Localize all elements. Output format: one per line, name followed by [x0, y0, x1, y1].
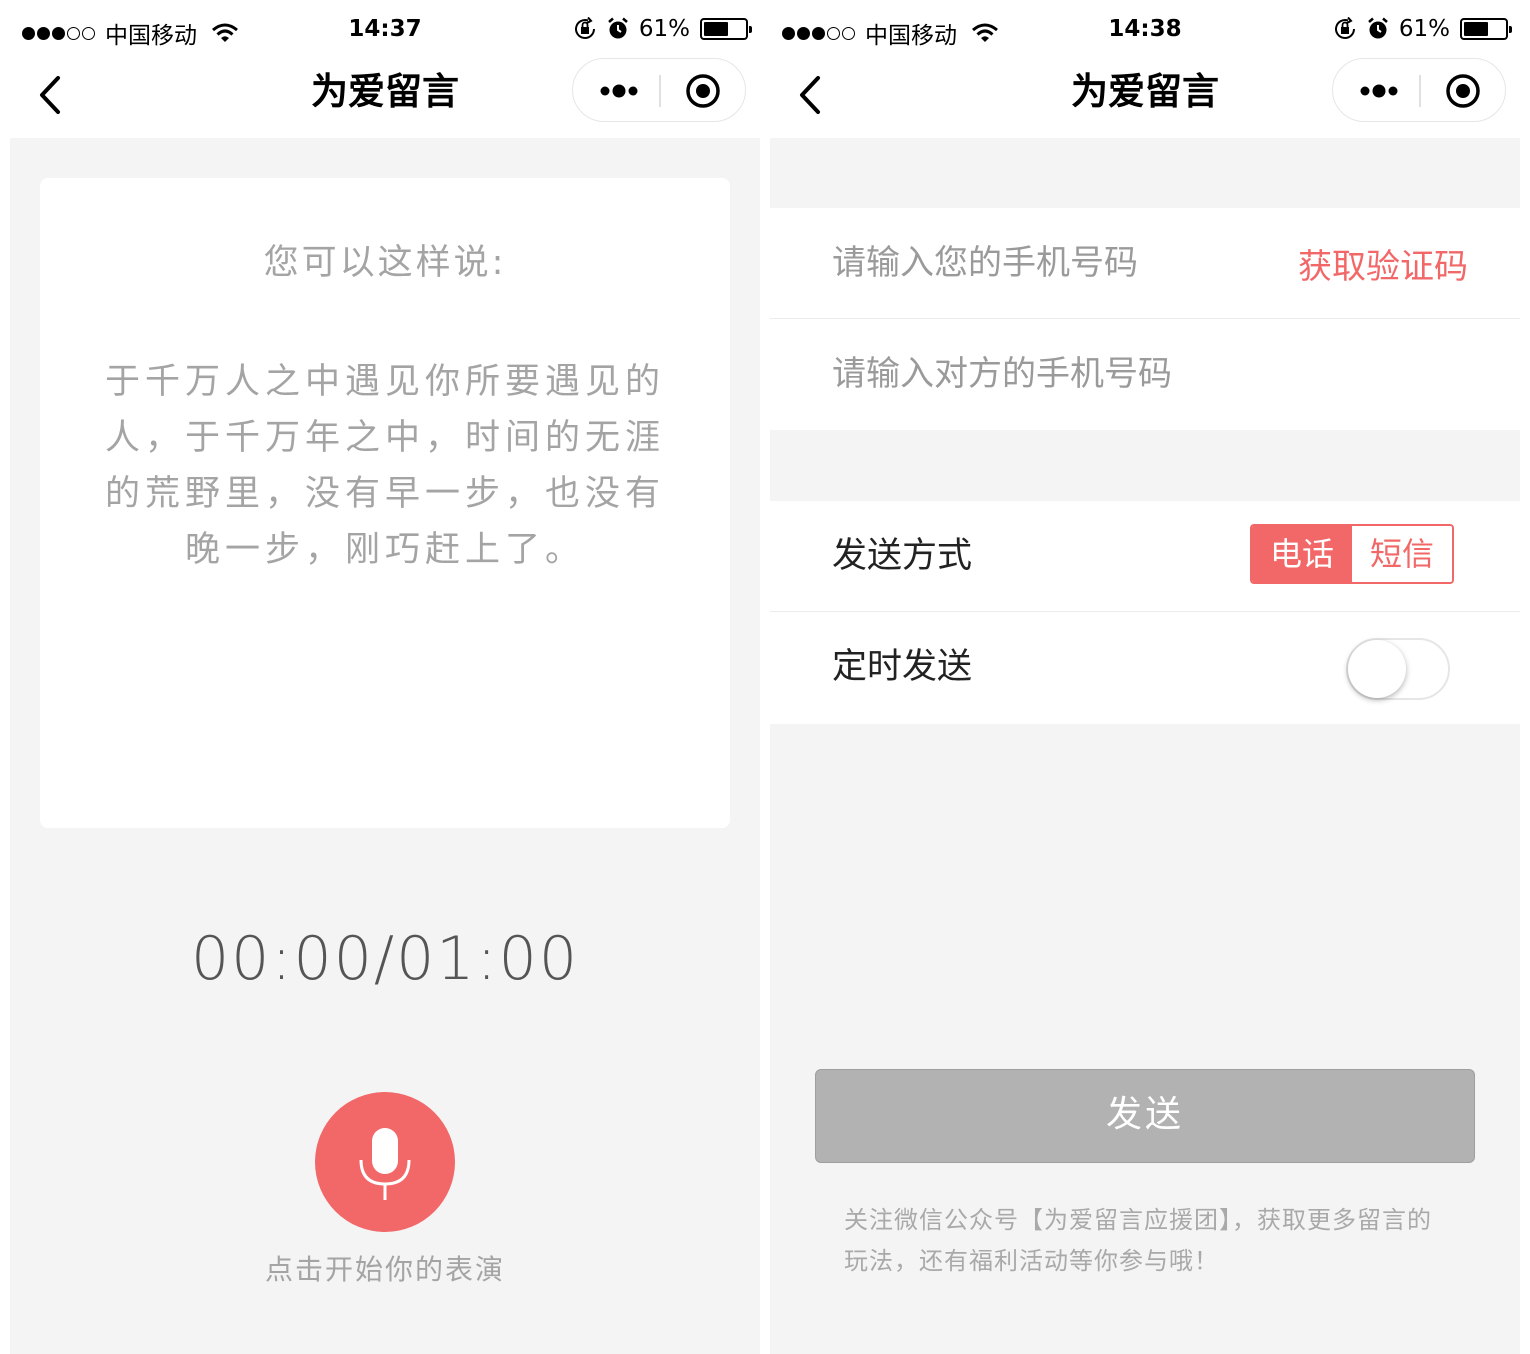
options-form-group: 发送方式 电话 短信 定时发送: [770, 501, 1520, 724]
send-method-phone[interactable]: 电话: [1252, 526, 1352, 582]
record-screen: 中国移动 14:37 61% 为爱留言 您可以这样说: 于千万人之中遇见你所要遇…: [10, 0, 760, 1354]
status-bar: 中国移动 14:37 61%: [10, 0, 760, 60]
header: 中国移动 14:37 61% 为爱留言: [10, 0, 760, 138]
battery-percent: 61%: [638, 16, 690, 42]
close-mini-program-icon[interactable]: [1445, 73, 1481, 109]
rotation-lock-icon: [1334, 17, 1355, 39]
send-method-selector: 电话 短信: [1250, 524, 1454, 584]
send-button[interactable]: 发送: [815, 1069, 1475, 1163]
mini-program-capsule: [1332, 58, 1506, 122]
scheduled-toggle[interactable]: [1346, 638, 1450, 700]
record-button[interactable]: [315, 1092, 455, 1232]
battery-level: [1464, 22, 1489, 36]
phone-form-group: 请输入您的手机号码 获取验证码 请输入对方的手机号码: [770, 208, 1520, 430]
send-screen: 中国移动 14:38 61% 为爱留言 请输入您的手机号码 获取验证码 请输入对…: [770, 0, 1520, 1354]
alarm-icon: [608, 17, 628, 39]
hint-card: 您可以这样说: 于千万人之中遇见你所要遇见的人，于千万年之中，时间的无涯的荒野里…: [40, 178, 730, 828]
my-phone-row: 请输入您的手机号码 获取验证码: [770, 208, 1520, 319]
send-method-label: 发送方式: [832, 536, 973, 576]
alarm-icon: [1368, 17, 1388, 39]
nav-bar: 为爱留言: [770, 58, 1520, 138]
my-phone-input[interactable]: 请输入您的手机号码: [832, 238, 1138, 288]
scheduled-label: 定时发送: [832, 647, 973, 687]
capsule-divider: [659, 75, 661, 107]
mini-program-capsule: [572, 58, 746, 122]
microphone-icon: [359, 1128, 411, 1200]
close-mini-program-icon[interactable]: [685, 73, 721, 109]
footer-note: 关注微信公众号【为爱留言应援团】，获取更多留言的玩法，还有福利活动等你参与哦！: [844, 1206, 1432, 1275]
scheduled-row: 定时发送: [770, 612, 1520, 723]
battery-level: [704, 22, 729, 36]
other-phone-input[interactable]: 请输入对方的手机号码: [832, 349, 1172, 399]
battery-icon: [700, 18, 752, 40]
more-icon[interactable]: [599, 77, 639, 105]
get-code-button[interactable]: 获取验证码: [1298, 242, 1468, 292]
record-caption: 点击开始你的表演: [264, 1253, 505, 1286]
toggle-knob: [1348, 640, 1406, 698]
send-method-sms[interactable]: 短信: [1352, 526, 1452, 582]
battery-percent: 61%: [1398, 16, 1450, 42]
hint-text: 于千万人之中遇见你所要遇见的人，于千万年之中，时间的无涯的荒野里，没有早一步，也…: [104, 362, 665, 570]
capsule-divider: [1419, 75, 1421, 107]
status-bar: 中国移动 14:38 61%: [770, 0, 1520, 60]
send-method-row: 发送方式 电话 短信: [770, 501, 1520, 612]
nav-bar: 为爱留言: [10, 58, 760, 138]
recording-timer: 00:00/01:00: [190, 924, 580, 994]
hint-title: 您可以这样说:: [263, 243, 507, 283]
other-phone-row: 请输入对方的手机号码: [770, 319, 1520, 430]
battery-icon: [1460, 18, 1512, 40]
rotation-lock-icon: [574, 17, 595, 39]
header: 中国移动 14:38 61% 为爱留言: [770, 0, 1520, 138]
more-icon[interactable]: [1359, 77, 1399, 105]
